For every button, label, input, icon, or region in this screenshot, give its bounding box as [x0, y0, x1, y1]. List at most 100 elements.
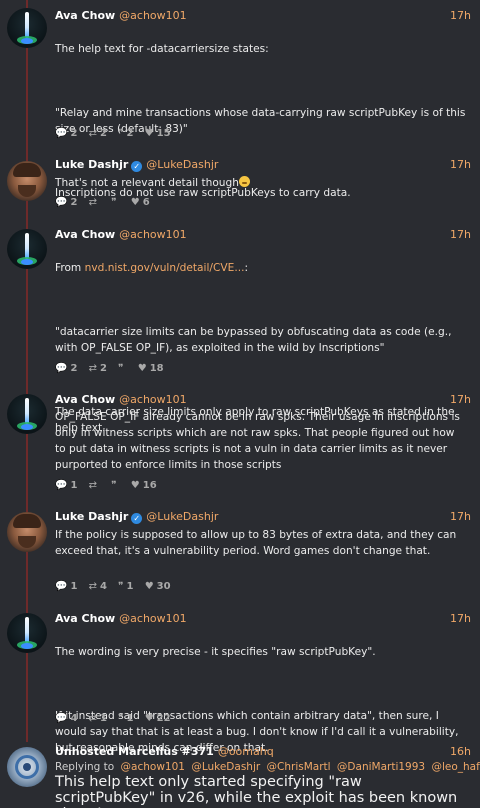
- author-handle[interactable]: @achow101: [119, 393, 186, 406]
- repost-button[interactable]: ⇄: [89, 479, 100, 493]
- avatar[interactable]: [7, 161, 47, 201]
- post-time[interactable]: 17h: [450, 509, 471, 525]
- post[interactable]: Ava Chow @achow101 17h From nvd.nist.gov/…: [0, 227, 480, 434]
- author-handle[interactable]: @achow101: [119, 9, 186, 22]
- reply-button[interactable]: 💬 2: [55, 196, 77, 210]
- mention-link[interactable]: @leo_haf: [431, 761, 479, 773]
- avatar[interactable]: [7, 8, 47, 48]
- repost-button[interactable]: ⇄ 1: [89, 712, 107, 726]
- author-name[interactable]: Ava Chow: [55, 393, 115, 406]
- post[interactable]: Ava Chow @achow101 17h The help text for …: [0, 8, 480, 199]
- reply-button[interactable]: 💬 1: [55, 479, 77, 493]
- heart-icon: ♥: [144, 581, 154, 592]
- reply-button[interactable]: 💬 1: [55, 580, 77, 594]
- author-name[interactable]: Ava Chow: [55, 228, 115, 241]
- post-header: Ava Chow @achow101 17h: [55, 611, 471, 627]
- author-handle[interactable]: @LukeDashjr: [146, 510, 218, 523]
- quote-icon: ❞: [111, 480, 117, 491]
- like-count: 16: [142, 480, 157, 491]
- author-name[interactable]: Ava Chow: [55, 9, 115, 22]
- quote-button[interactable]: ❞: [111, 479, 119, 493]
- like-count: 18: [149, 363, 164, 374]
- repost-button[interactable]: ⇄ 4: [89, 580, 107, 594]
- post-header: Unhosted Marcellus #371 @oomahq 16h: [55, 744, 471, 760]
- post-actions: 💬 2 ⇄ 2 ❞ ♥ 18: [55, 362, 172, 376]
- avatar[interactable]: [7, 747, 47, 787]
- post-time[interactable]: 17h: [450, 392, 471, 408]
- author-handle[interactable]: @oomahq: [218, 745, 274, 758]
- quote-count: 2: [126, 128, 134, 139]
- repost-arrows-icon: ⇄: [88, 128, 97, 139]
- reply-button[interactable]: 💬 2: [55, 362, 77, 376]
- like-button[interactable]: ♥ 6: [131, 196, 150, 210]
- reply-count: 2: [70, 363, 78, 374]
- post[interactable]: Luke Dashjr ✓ @LukeDashjr 17h If the polic…: [0, 509, 480, 603]
- mention-link[interactable]: @DaniMarti1993: [337, 761, 425, 773]
- author-name[interactable]: Luke Dashjr: [55, 510, 128, 523]
- post-time[interactable]: 17h: [450, 227, 471, 243]
- author-name[interactable]: Ava Chow: [55, 612, 115, 625]
- quote-icon: ❞: [118, 128, 124, 139]
- post-header: Ava Chow @achow101 17h: [55, 392, 471, 408]
- like-count: 22: [156, 713, 171, 724]
- post[interactable]: Ava Chow @achow101 17h The wording is ver…: [0, 611, 480, 754]
- avatar[interactable]: [7, 613, 47, 653]
- author-handle[interactable]: @achow101: [119, 612, 186, 625]
- post[interactable]: Ava Chow @achow101 17h OP_FALSE OP_IF alr…: [0, 392, 480, 500]
- like-button[interactable]: ♥ 16: [131, 479, 157, 493]
- heart-icon: ♥: [144, 128, 154, 139]
- text-line: "datacarrier size limits can be bypassed…: [55, 326, 452, 354]
- repost-button[interactable]: ⇄ 2: [89, 127, 107, 141]
- text-line: That's not a relevant detail though: [55, 177, 239, 189]
- replying-to: Replying to @achow101 @LukeDashjr @Chris…: [55, 760, 480, 774]
- repost-count: 2: [100, 363, 107, 374]
- author-name[interactable]: Unhosted Marcellus #371: [55, 745, 214, 758]
- quote-button[interactable]: ❞ 1: [118, 712, 133, 726]
- author-handle[interactable]: @achow101: [119, 228, 186, 241]
- like-count: 15: [156, 128, 171, 139]
- post[interactable]: Unhosted Marcellus #371 @oomahq 16h Reply…: [0, 744, 480, 808]
- speech-bubble-icon: 💬: [55, 363, 68, 374]
- post-time[interactable]: 17h: [450, 8, 471, 24]
- quote-button[interactable]: ❞: [111, 196, 119, 210]
- heart-icon: ♥: [144, 713, 154, 724]
- cve-link[interactable]: nvd.nist.gov/vuln/detail/CVE...: [85, 262, 245, 274]
- heart-icon: ♥: [130, 480, 140, 491]
- quote-count: 1: [126, 581, 134, 592]
- post-time[interactable]: 16h: [450, 744, 471, 760]
- quote-button[interactable]: ❞ 2: [118, 127, 133, 141]
- post[interactable]: Luke Dashjr ✓ @LukeDashjr 17h That's not a…: [0, 157, 480, 217]
- post-actions: 💬 2 ⇄ 2 ❞ 2 ♥ 15: [55, 127, 179, 141]
- post-time[interactable]: 17h: [450, 157, 471, 173]
- mention-link[interactable]: @achow101: [121, 761, 185, 773]
- repost-button[interactable]: ⇄: [89, 196, 100, 210]
- text-line: [55, 676, 466, 692]
- quote-button[interactable]: ❞: [118, 362, 126, 376]
- replying-to-label: Replying to: [55, 761, 115, 773]
- quote-icon: ❞: [111, 197, 117, 208]
- avatar[interactable]: [7, 394, 47, 434]
- like-button[interactable]: ♥ 30: [145, 580, 171, 594]
- like-button[interactable]: ♥ 15: [145, 127, 171, 141]
- verified-check-icon: ✓: [131, 513, 143, 524]
- reply-count: 1: [70, 480, 78, 491]
- like-button[interactable]: ♥ 22: [145, 712, 171, 726]
- mention-link[interactable]: @LukeDashjr: [191, 761, 260, 773]
- speech-bubble-icon: 💬: [55, 128, 68, 139]
- quote-icon: ❞: [118, 713, 124, 724]
- avatar[interactable]: [7, 229, 47, 269]
- author-handle[interactable]: @LukeDashjr: [146, 158, 218, 171]
- like-button[interactable]: ♥ 18: [138, 362, 164, 376]
- avatar[interactable]: [7, 512, 47, 552]
- mention-link[interactable]: @ChrisMartl: [267, 761, 331, 773]
- post-text: This help text only started specifying "…: [55, 774, 458, 808]
- like-count: 6: [142, 197, 150, 208]
- quote-button[interactable]: ❞ 1: [118, 580, 133, 594]
- post-actions: 💬 1 ⇄ 4 ❞ 1 ♥ 30: [55, 580, 179, 594]
- post-time[interactable]: 17h: [450, 611, 471, 627]
- reply-button[interactable]: 💬 2: [55, 127, 77, 141]
- author-name[interactable]: Luke Dashjr: [55, 158, 128, 171]
- repost-count: 4: [100, 581, 107, 592]
- repost-button[interactable]: ⇄ 2: [89, 362, 107, 376]
- reply-button[interactable]: 💬 4: [55, 712, 77, 726]
